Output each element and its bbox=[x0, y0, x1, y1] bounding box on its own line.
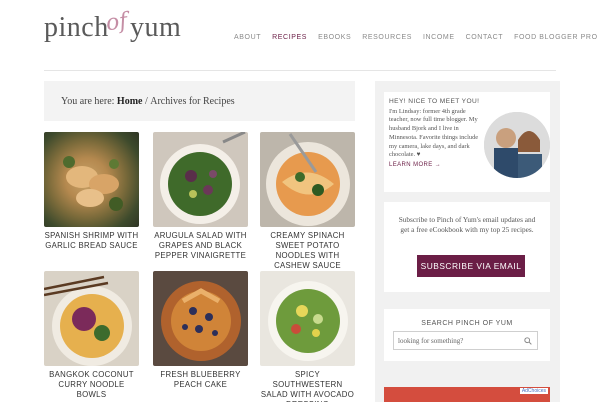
nav-item-resources[interactable]: RESOURCES bbox=[362, 34, 412, 41]
recipe-title[interactable]: SPANISH SHRIMP WITH GARLIC BREAD SAUCE bbox=[44, 231, 139, 251]
recipe-card[interactable]: ARUGULA SALAD WITH GRAPES AND BLACK PEPP… bbox=[153, 132, 248, 261]
recipe-card[interactable]: SPANISH SHRIMP WITH GARLIC BREAD SAUCE bbox=[44, 132, 139, 251]
about-widget: HEY! NICE TO MEET YOU! I'm Lindsay: form… bbox=[384, 92, 550, 192]
recipe-image-sweet-potato-noodles[interactable] bbox=[260, 132, 355, 227]
recipe-card[interactable]: BANGKOK COCONUT CURRY NOODLE BOWLS bbox=[44, 271, 139, 400]
advertisement-banner[interactable]: AdChoices bbox=[384, 387, 550, 402]
breadcrumb-current: Archives for Recipes bbox=[150, 95, 235, 107]
breadcrumb: You are here: Home / Archives for Recipe… bbox=[44, 81, 355, 121]
recipe-image-coconut-curry[interactable] bbox=[44, 271, 139, 366]
site-logo[interactable]: pinch of yum bbox=[44, 8, 181, 46]
search-heading: SEARCH PINCH OF YUM bbox=[421, 320, 513, 327]
nav-item-contact[interactable]: CONTACT bbox=[466, 34, 504, 41]
about-heading: HEY! NICE TO MEET YOU! bbox=[389, 98, 480, 105]
breadcrumb-separator: / bbox=[142, 95, 151, 107]
subscribe-button[interactable]: SUBSCRIBE VIA EMAIL bbox=[417, 255, 525, 277]
logo-word-of: of bbox=[104, 8, 130, 37]
logo-word-pinch: pinch bbox=[44, 12, 109, 43]
search-widget: SEARCH PINCH OF YUM looking for somethin… bbox=[384, 309, 550, 361]
recipe-title[interactable]: BANGKOK COCONUT CURRY NOODLE BOWLS bbox=[44, 370, 139, 400]
subscribe-widget: Subscribe to Pinch of Yum's email update… bbox=[384, 202, 550, 292]
sidebar: HEY! NICE TO MEET YOU! I'm Lindsay: form… bbox=[375, 81, 560, 402]
search-placeholder: looking for something? bbox=[398, 336, 464, 345]
logo-word-yum: yum bbox=[130, 12, 182, 43]
nav-item-income[interactable]: INCOME bbox=[423, 34, 455, 41]
author-photo bbox=[484, 112, 550, 178]
main-nav: ABOUT RECIPES EBOOKS RESOURCES INCOME CO… bbox=[234, 34, 600, 41]
recipe-image-southwestern-salad[interactable] bbox=[260, 271, 355, 366]
header-divider bbox=[44, 70, 556, 71]
nav-item-about[interactable]: ABOUT bbox=[234, 34, 261, 41]
subscribe-text: Subscribe to Pinch of Yum's email update… bbox=[398, 215, 536, 234]
nav-item-ebooks[interactable]: EBOOKS bbox=[318, 34, 351, 41]
adchoices-label[interactable]: AdChoices bbox=[519, 388, 548, 394]
recipe-image-shrimp[interactable] bbox=[44, 132, 139, 227]
recipe-card[interactable]: FRESH BLUEBERRY PEACH CAKE bbox=[153, 271, 248, 390]
recipe-title[interactable]: SPICY SOUTHWESTERN SALAD WITH AVOCADO DR… bbox=[260, 370, 355, 402]
recipe-title[interactable]: FRESH BLUEBERRY PEACH CAKE bbox=[153, 370, 248, 390]
nav-item-food-blogger-pro[interactable]: FOOD BLOGGER PRO bbox=[514, 34, 598, 41]
recipe-title[interactable]: CREAMY SPINACH SWEET POTATO NOODLES WITH… bbox=[260, 231, 355, 271]
recipe-image-arugula-salad[interactable] bbox=[153, 132, 248, 227]
search-icon[interactable] bbox=[524, 337, 532, 345]
recipe-title[interactable]: ARUGULA SALAD WITH GRAPES AND BLACK PEPP… bbox=[153, 231, 248, 261]
about-text-block: HEY! NICE TO MEET YOU! I'm Lindsay: form… bbox=[389, 98, 484, 170]
search-input[interactable]: looking for something? bbox=[393, 331, 538, 350]
recipe-card[interactable]: CREAMY SPINACH SWEET POTATO NOODLES WITH… bbox=[260, 132, 355, 271]
nav-item-recipes[interactable]: RECIPES bbox=[272, 34, 307, 41]
recipe-card[interactable]: SPICY SOUTHWESTERN SALAD WITH AVOCADO DR… bbox=[260, 271, 355, 402]
learn-more-link[interactable]: LEARN MORE → bbox=[389, 161, 484, 170]
recipe-image-blueberry-peach-cake[interactable] bbox=[153, 271, 248, 366]
breadcrumb-home-link[interactable]: Home bbox=[117, 96, 143, 107]
breadcrumb-prefix: You are here: bbox=[61, 95, 117, 107]
about-text: I'm Lindsay: former 4th grade teacher, n… bbox=[389, 107, 479, 159]
